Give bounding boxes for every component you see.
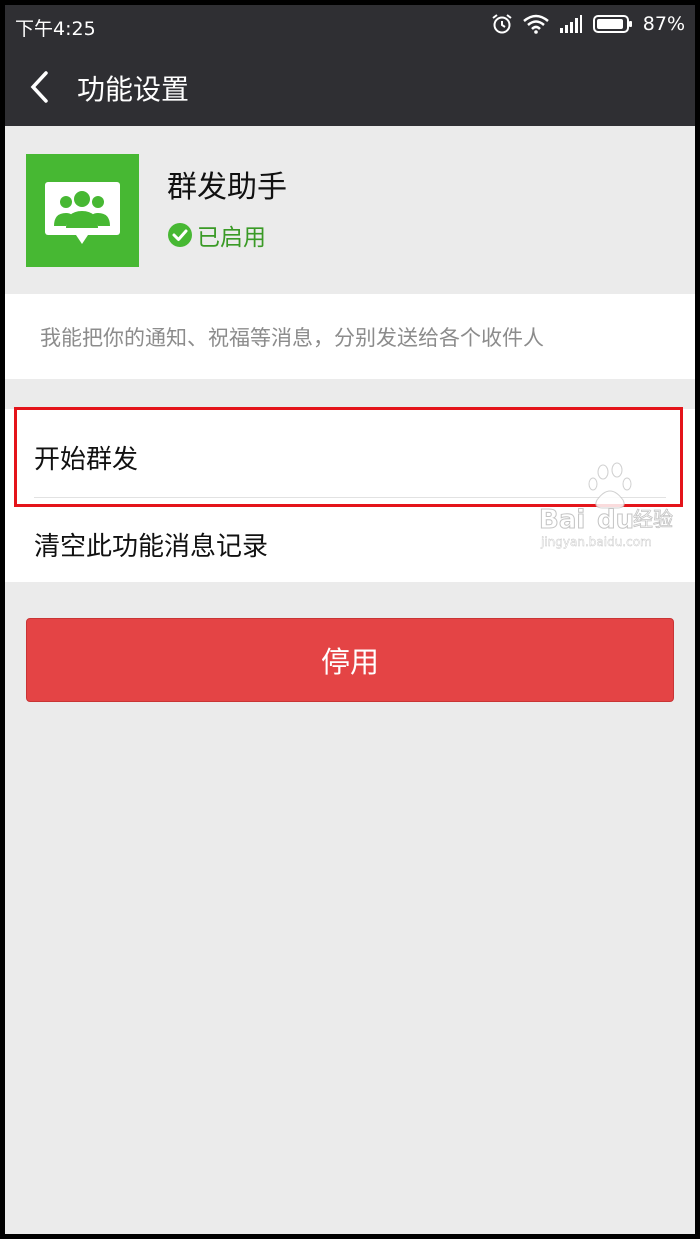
- plugin-description: 我能把你的通知、祝福等消息，分别发送给各个收件人: [5, 294, 695, 379]
- baidu-watermark: Bai du 经验 jingyan.baidu.com: [535, 460, 685, 554]
- watermark-brand-right: du: [597, 505, 634, 535]
- plugin-status-label: 已启用: [197, 225, 266, 251]
- status-time: 下午4:25: [15, 18, 96, 40]
- plugin-name: 群发助手: [167, 170, 287, 205]
- description-text: 我能把你的通知、祝福等消息，分别发送给各个收件人: [40, 326, 544, 350]
- status-bar: 下午4:25 87%: [5, 5, 695, 47]
- plugin-header: 群发助手 已启用: [5, 126, 695, 294]
- watermark-url: jingyan.baidu.com: [540, 535, 652, 549]
- battery-percent: 87%: [642, 13, 685, 35]
- screen: 下午4:25 87% 功能设置 群发助手 已启用 我能把你的通知、祝福等消息，分…: [5, 5, 695, 1234]
- back-arrow-icon[interactable]: [27, 69, 51, 105]
- title-bar: 功能设置: [5, 47, 695, 126]
- status-icons: 87%: [491, 13, 685, 35]
- disable-button[interactable]: 停用: [26, 618, 674, 702]
- alarm-icon: [492, 14, 512, 34]
- clear-history-label: 清空此功能消息记录: [34, 532, 269, 562]
- watermark-suffix: 经验: [633, 507, 673, 531]
- wifi-icon: [522, 14, 549, 34]
- battery-icon: [592, 15, 632, 33]
- plugin-status: 已启用: [167, 218, 266, 252]
- watermark-brand-left: Bai: [539, 505, 585, 535]
- page-title: 功能设置: [77, 73, 190, 106]
- group-chat-icon: [26, 154, 139, 267]
- check-circle-icon: [168, 223, 192, 247]
- signal-icon: [559, 15, 582, 33]
